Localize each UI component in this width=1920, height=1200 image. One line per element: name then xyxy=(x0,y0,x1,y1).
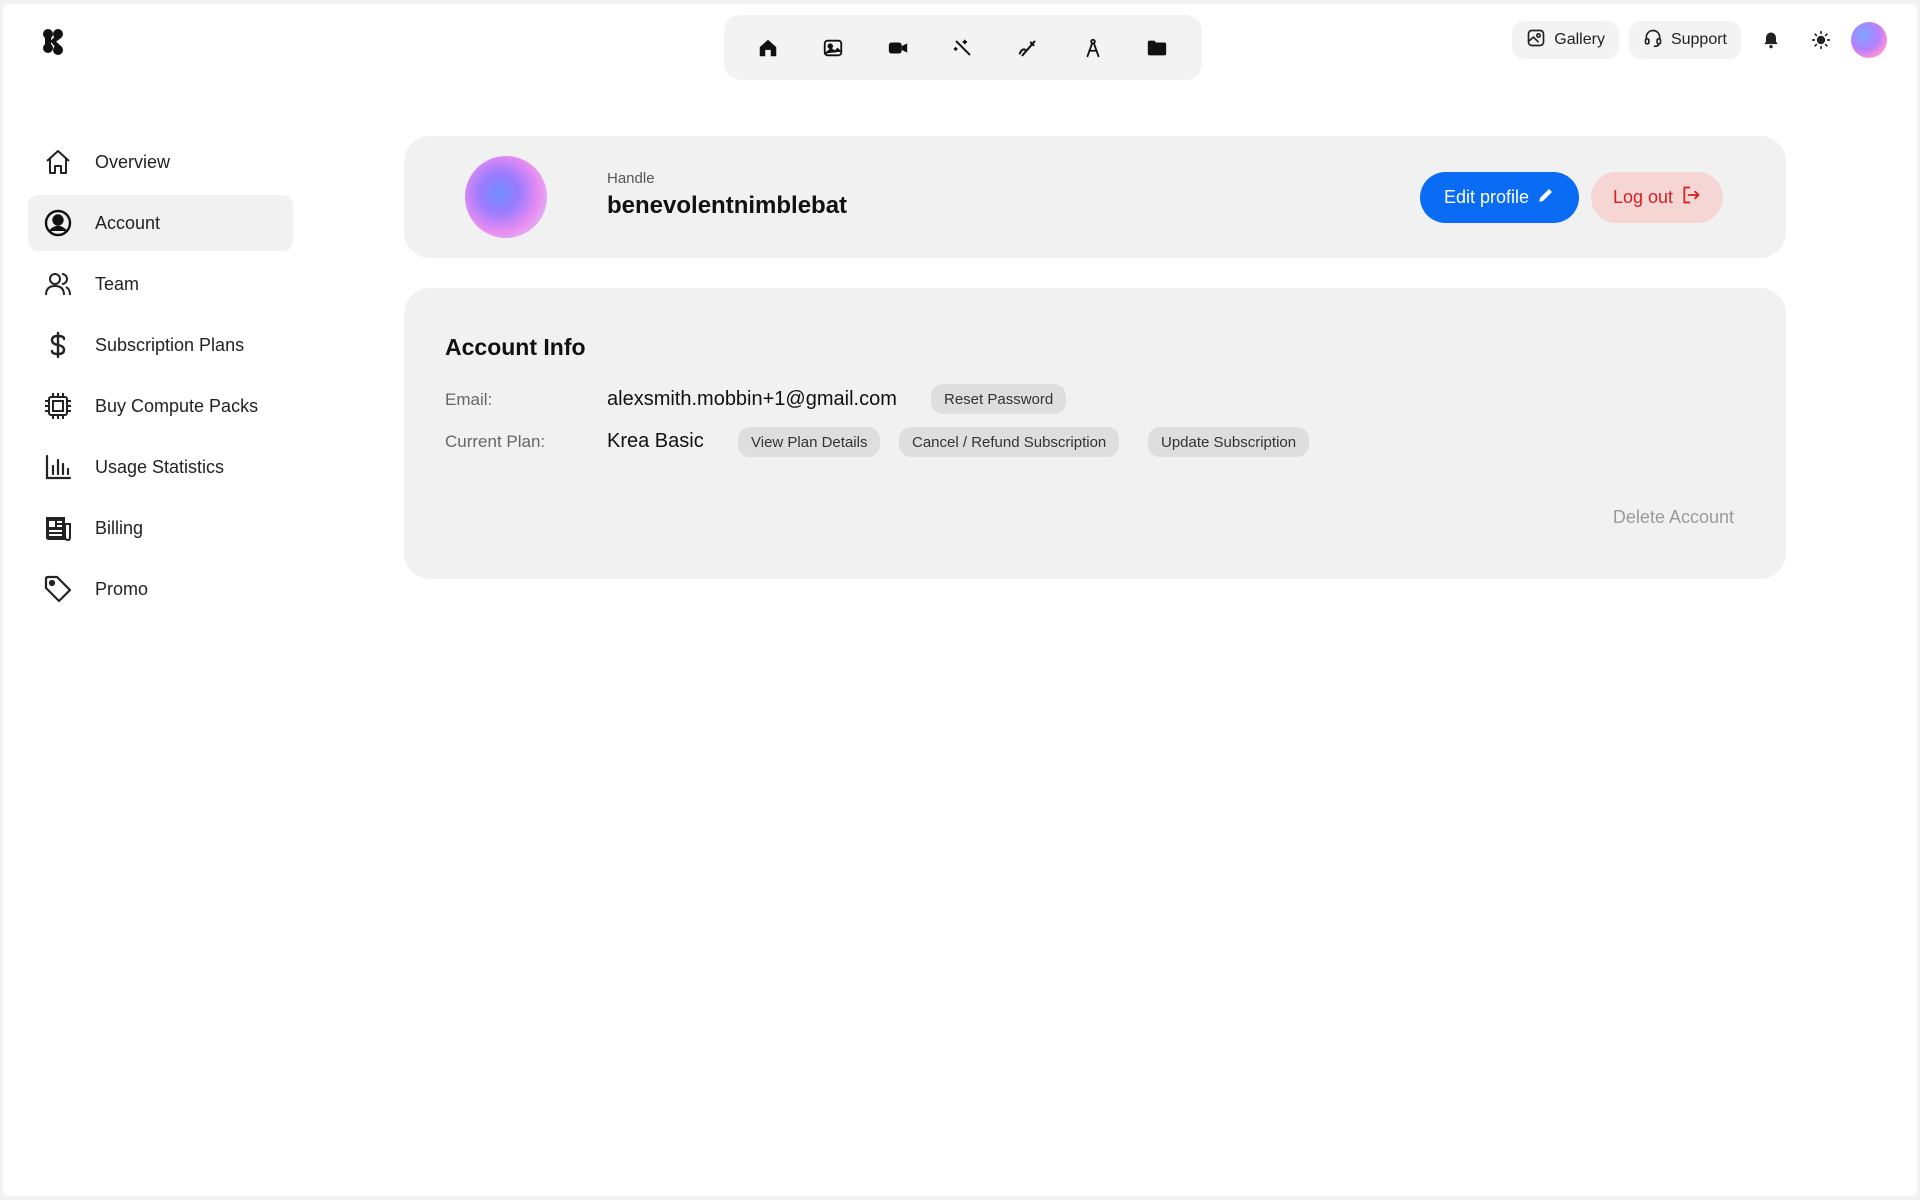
sidebar-item-label: Team xyxy=(95,273,140,294)
support-button[interactable]: Support xyxy=(1628,21,1741,59)
sidebar-item-label: Promo xyxy=(95,578,149,599)
pencil-icon xyxy=(1537,186,1555,209)
headset-icon xyxy=(1643,28,1663,53)
folder-icon[interactable] xyxy=(1135,26,1179,70)
user-circle-icon xyxy=(42,207,74,239)
view-plan-details-button[interactable]: View Plan Details xyxy=(738,427,881,457)
logout-icon xyxy=(1681,185,1701,210)
profile-card: Handle benevolentnimblebat Edit profile … xyxy=(404,136,1786,258)
sidebar-item-billing[interactable]: Billing xyxy=(28,500,293,556)
sidebar-item-label: Usage Statistics xyxy=(95,456,225,477)
email-label: Email: xyxy=(445,390,493,409)
current-plan-value: Krea Basic xyxy=(607,430,704,452)
sidebar-item-promo[interactable]: Promo xyxy=(28,561,293,617)
delete-account-button[interactable]: Delete Account xyxy=(1613,507,1734,528)
logout-button[interactable]: Log out xyxy=(1591,172,1724,223)
sidebar-item-label: Account xyxy=(95,212,161,233)
video-icon[interactable] xyxy=(876,26,920,70)
train-compass-icon[interactable] xyxy=(1071,26,1115,70)
current-plan-label: Current Plan: xyxy=(445,432,546,451)
tag-icon xyxy=(42,573,74,605)
receipt-icon xyxy=(42,512,74,544)
dollar-icon xyxy=(42,329,74,361)
sidebar-item-label: Subscription Plans xyxy=(95,334,245,355)
sidebar-item-account[interactable]: Account xyxy=(28,195,293,251)
edit-profile-button[interactable]: Edit profile xyxy=(1420,172,1580,223)
cancel-refund-subscription-button[interactable]: Cancel / Refund Subscription xyxy=(899,427,1120,457)
team-icon xyxy=(42,268,74,300)
email-value: alexsmith.mobbin+1@gmail.com xyxy=(607,388,897,410)
sidebar-item-buy-compute-packs[interactable]: Buy Compute Packs xyxy=(28,378,293,434)
image-icon[interactable] xyxy=(811,26,855,70)
sidebar-item-usage-statistics[interactable]: Usage Statistics xyxy=(28,439,293,495)
account-info-card: Account Info Email: alexsmith.mobbin+1@g… xyxy=(404,288,1786,579)
sidebar-item-team[interactable]: Team xyxy=(28,256,293,312)
handle-value: benevolentnimblebat xyxy=(607,192,848,219)
update-subscription-button[interactable]: Update Subscription xyxy=(1148,427,1310,457)
handle-label: Handle xyxy=(607,170,655,187)
gallery-button[interactable]: Gallery xyxy=(1512,21,1619,59)
app-window: Gallery Support Overview Account Team Su… xyxy=(3,4,1917,1196)
reset-password-button[interactable]: Reset Password xyxy=(931,384,1067,414)
header-actions: Gallery Support xyxy=(1512,21,1887,59)
sun-icon[interactable] xyxy=(1801,21,1841,59)
sidebar-item-subscription-plans[interactable]: Subscription Plans xyxy=(28,317,293,373)
realtime-pen-icon[interactable] xyxy=(1006,26,1050,70)
chip-icon xyxy=(42,390,74,422)
sidebar-item-label: Billing xyxy=(95,517,144,538)
gallery-icon xyxy=(1526,28,1546,53)
settings-sidebar: Overview Account Team Subscription Plans… xyxy=(28,134,293,622)
bar-chart-icon xyxy=(42,451,74,483)
gallery-label: Gallery xyxy=(1554,31,1605,48)
sidebar-item-label: Buy Compute Packs xyxy=(95,395,259,416)
user-avatar[interactable] xyxy=(1851,22,1887,58)
krea-logo-icon[interactable] xyxy=(41,28,65,56)
enhance-wand-icon[interactable] xyxy=(941,26,985,70)
logout-label: Log out xyxy=(1613,187,1674,207)
support-label: Support xyxy=(1670,31,1727,48)
home-icon xyxy=(42,146,74,178)
sidebar-item-overview[interactable]: Overview xyxy=(28,134,293,190)
tool-switcher xyxy=(724,15,1202,80)
account-info-title: Account Info xyxy=(445,334,586,360)
profile-avatar xyxy=(465,156,547,238)
sidebar-item-label: Overview xyxy=(95,151,171,172)
bell-icon[interactable] xyxy=(1751,21,1791,59)
home-icon[interactable] xyxy=(746,26,790,70)
edit-profile-label: Edit profile xyxy=(1444,187,1530,207)
